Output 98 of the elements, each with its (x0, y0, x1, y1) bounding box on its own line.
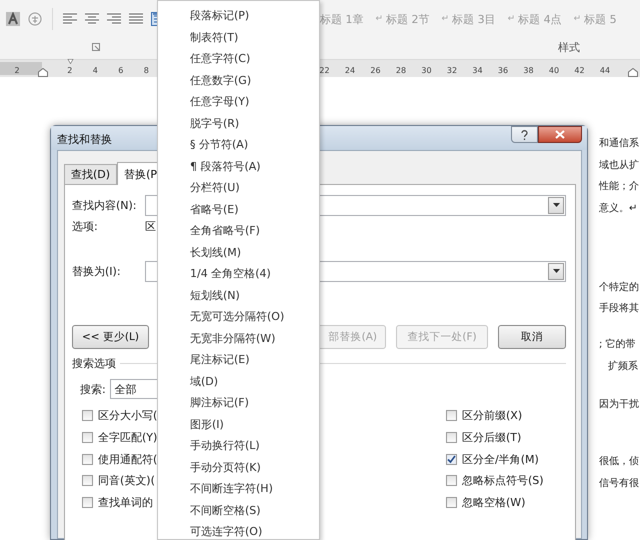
options-label: 选项: (72, 218, 99, 234)
text-line: 信号有很 (599, 476, 640, 491)
group-label: 样式 (558, 40, 580, 55)
character-circle-icon[interactable] (28, 12, 42, 26)
ruler-number: 28 (394, 66, 408, 75)
align-center-icon[interactable] (85, 13, 99, 25)
menu-item[interactable]: 1/4 全角空格(4) (158, 263, 319, 284)
tab[interactable]: 查找(D) (64, 164, 118, 184)
checkbox-label: 区分大小写( (98, 408, 158, 424)
dropdown-arrow-icon[interactable] (552, 203, 560, 207)
checkbox[interactable] (446, 497, 457, 508)
text-line: 意义。↵ (599, 202, 638, 216)
menu-item[interactable]: 手动换行符(L) (158, 435, 319, 456)
dialog-launcher-icon[interactable] (92, 43, 100, 51)
justify-icon[interactable] (129, 13, 143, 25)
checkbox-label: 区分后缀(T) (462, 430, 522, 446)
text-line: 个特定的 (599, 280, 640, 295)
menu-item[interactable]: 图形(I) (158, 414, 319, 435)
menu-item[interactable]: 全角省略号(F) (158, 220, 319, 242)
ruler-number: 26 (369, 66, 382, 75)
menu-item[interactable]: 脱字号(R) (158, 112, 319, 134)
dropdown-arrow-icon[interactable] (552, 269, 560, 273)
dialog-button[interactable]: << 更少(L) (72, 325, 149, 349)
checkbox[interactable] (82, 497, 93, 508)
checkbox-label: 忽略空格(W) (462, 495, 526, 510)
dialog-button[interactable]: 取消 (498, 325, 566, 349)
field-label: 替换为(I): (72, 264, 122, 278)
checkbox[interactable] (446, 475, 457, 486)
menu-item[interactable]: 脚注标记(F) (158, 392, 319, 414)
ruler-number: 2 (66, 66, 74, 75)
text-line: 很低，侦 (599, 455, 640, 470)
ruler-number: 34 (471, 66, 484, 75)
menu-item[interactable]: 不间断连字符(H) (158, 478, 319, 500)
checkbox[interactable] (82, 475, 93, 486)
menu-item[interactable]: 长划线(M) (158, 242, 319, 263)
search-label: 搜索: (80, 382, 106, 396)
menu-item[interactable]: 不间断空格(S) (158, 500, 319, 521)
ruler-number: 30 (420, 66, 433, 75)
text-line: 手段将其 (599, 302, 640, 316)
checkbox-label: 区分前缀(X) (462, 408, 522, 424)
checkbox-label: 同音(英文)( (98, 473, 155, 488)
menu-item[interactable]: 可选连字符(O) (158, 521, 319, 540)
menu-item[interactable]: 任意字符(C) (158, 48, 319, 70)
text-line: 因为干扰 (599, 398, 640, 412)
menu-item[interactable]: 段落标记(P) (158, 5, 319, 26)
ruler-number: 4 (92, 66, 99, 75)
ruler-number: 40 (548, 66, 560, 75)
help-button[interactable] (511, 126, 538, 143)
text-line: 扩频系 (607, 360, 639, 374)
close-icon (555, 130, 565, 139)
text-line: ; 它的带 (599, 338, 637, 352)
menu-item[interactable]: 域(D) (158, 370, 319, 392)
checkbox-label: 区分全/半角(M) (462, 452, 539, 467)
checkbox-label: 忽略标点符号(S) (462, 473, 544, 488)
menu-item[interactable]: 制表符(T) (158, 26, 319, 48)
font-color-icon[interactable] (6, 12, 20, 26)
ruler-number: 32 (446, 66, 458, 75)
ruler-number: 38 (522, 66, 535, 75)
checkbox-label: 全字匹配(Y) (98, 430, 158, 446)
ruler-number: 2 (13, 66, 21, 75)
checkbox[interactable] (82, 454, 93, 465)
window-title: 查找和替换 (57, 132, 112, 147)
menu-item[interactable]: 手动分页符(K) (158, 456, 319, 478)
checkbox-label: 查找单词的 (98, 495, 153, 510)
checkbox-label: 使用通配符( (98, 452, 158, 467)
ruler-number: 6 (117, 66, 124, 75)
ruler-number: 44 (598, 66, 612, 75)
options-value: 区 (145, 218, 156, 234)
paragraph-mark: ↵ (508, 14, 516, 24)
paragraph-mark: ↵ (574, 14, 582, 24)
ruler-number: 24 (344, 66, 356, 75)
menu-item[interactable]: 任意字母(Y) (158, 91, 319, 112)
align-right-icon[interactable] (107, 13, 121, 25)
question-icon (521, 130, 528, 140)
section-label: 搜索选项 (72, 356, 116, 370)
menu-item[interactable]: 尾注标记(E) (158, 349, 319, 370)
text-line: 性能；介 (599, 180, 640, 194)
menu-item[interactable]: 短划线(N) (158, 284, 319, 306)
menu-item[interactable]: § 分节符(A) (158, 134, 319, 156)
ruler-number: 36 (496, 66, 510, 75)
field-label: 查找内容(N): (72, 198, 138, 212)
checkbox[interactable] (82, 432, 93, 444)
menu-item[interactable]: 省略号(E) (158, 198, 319, 220)
text-line: 域也从扩 (599, 158, 640, 173)
paragraph-mark: ↵ (376, 14, 384, 24)
text-line: 和通信系 (599, 136, 640, 151)
ruler-number: 22 (318, 66, 331, 75)
checkbox[interactable] (82, 410, 93, 422)
align-left-icon[interactable] (63, 13, 77, 25)
checkbox[interactable] (446, 432, 457, 444)
checkbox[interactable] (446, 410, 457, 422)
menu-item[interactable]: 任意数字(G) (158, 70, 319, 91)
ruler-number: 42 (573, 66, 586, 75)
ruler-number: 8 (142, 66, 150, 75)
close-button[interactable] (538, 126, 582, 143)
menu-item[interactable]: 无宽可选分隔符(O) (158, 306, 319, 328)
paragraph-mark: ↵ (442, 14, 450, 24)
checkbox[interactable] (446, 454, 457, 465)
